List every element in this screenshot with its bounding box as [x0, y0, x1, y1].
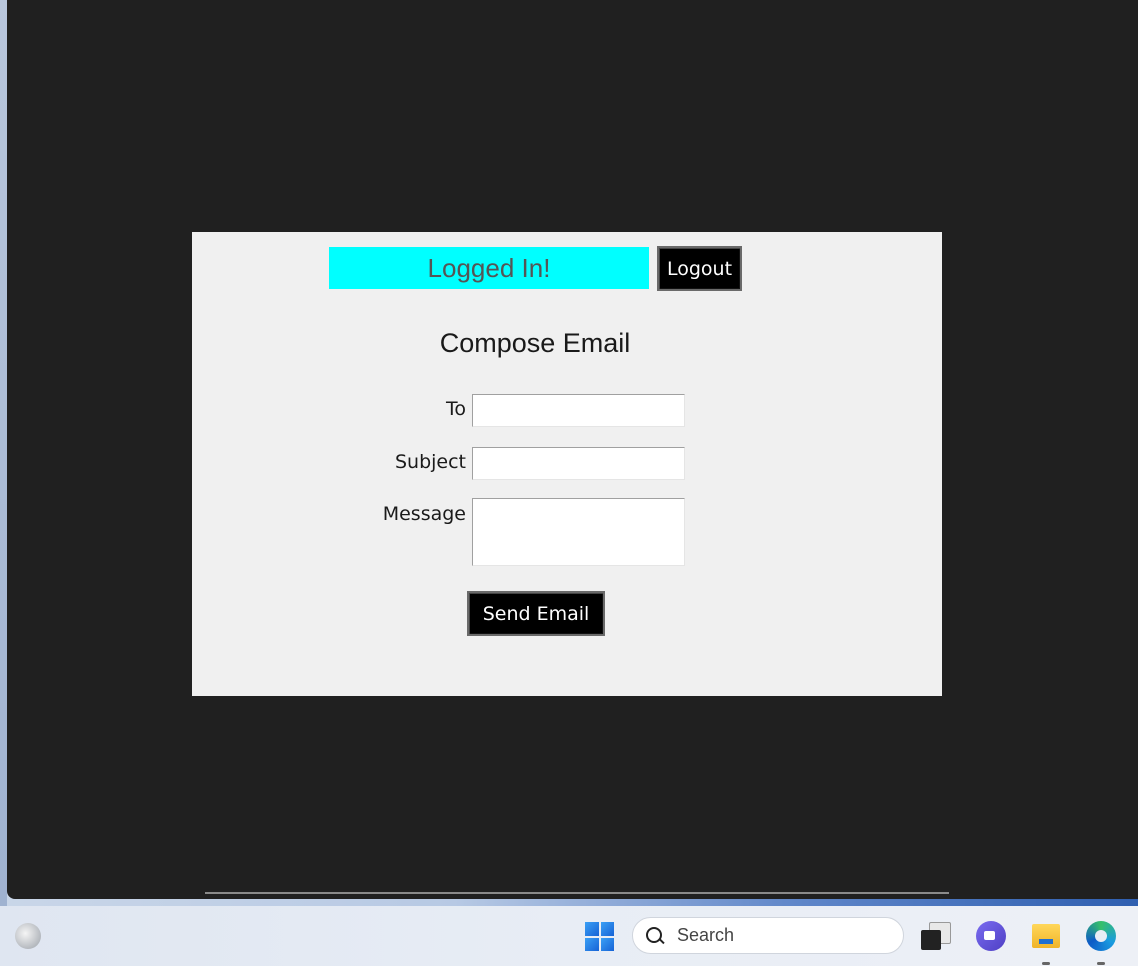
- to-label: To: [445, 398, 466, 420]
- task-view-icon[interactable]: [920, 921, 951, 951]
- search-placeholder: Search: [677, 925, 735, 945]
- windows-start-icon[interactable]: [585, 922, 614, 951]
- message-label: Message: [382, 503, 466, 525]
- subject-field[interactable]: [472, 447, 685, 480]
- email-app-window: Logged In! Logout Compose Email To Subje…: [192, 232, 942, 696]
- edge-dev-icon[interactable]: [15, 923, 41, 949]
- message-field[interactable]: [472, 498, 685, 566]
- teams-meet-icon[interactable]: [976, 921, 1006, 951]
- file-explorer-icon[interactable]: [1031, 921, 1061, 951]
- send-email-button[interactable]: Send Email: [467, 591, 605, 636]
- taskbar: Search: [0, 906, 1138, 966]
- horizontal-scrollbar[interactable]: [205, 892, 949, 894]
- desktop-edge: [0, 0, 7, 906]
- subject-label: Subject: [394, 451, 466, 473]
- edge-running-indicator: [1097, 962, 1105, 965]
- search-icon: [645, 926, 665, 946]
- logout-button[interactable]: Logout: [657, 246, 742, 291]
- taskbar-search-box[interactable]: Search: [632, 917, 904, 954]
- login-status-banner: Logged In!: [329, 247, 649, 289]
- explorer-running-indicator: [1042, 962, 1050, 965]
- compose-heading: Compose Email: [439, 328, 631, 358]
- to-field[interactable]: [472, 394, 685, 427]
- edge-icon[interactable]: [1086, 921, 1116, 951]
